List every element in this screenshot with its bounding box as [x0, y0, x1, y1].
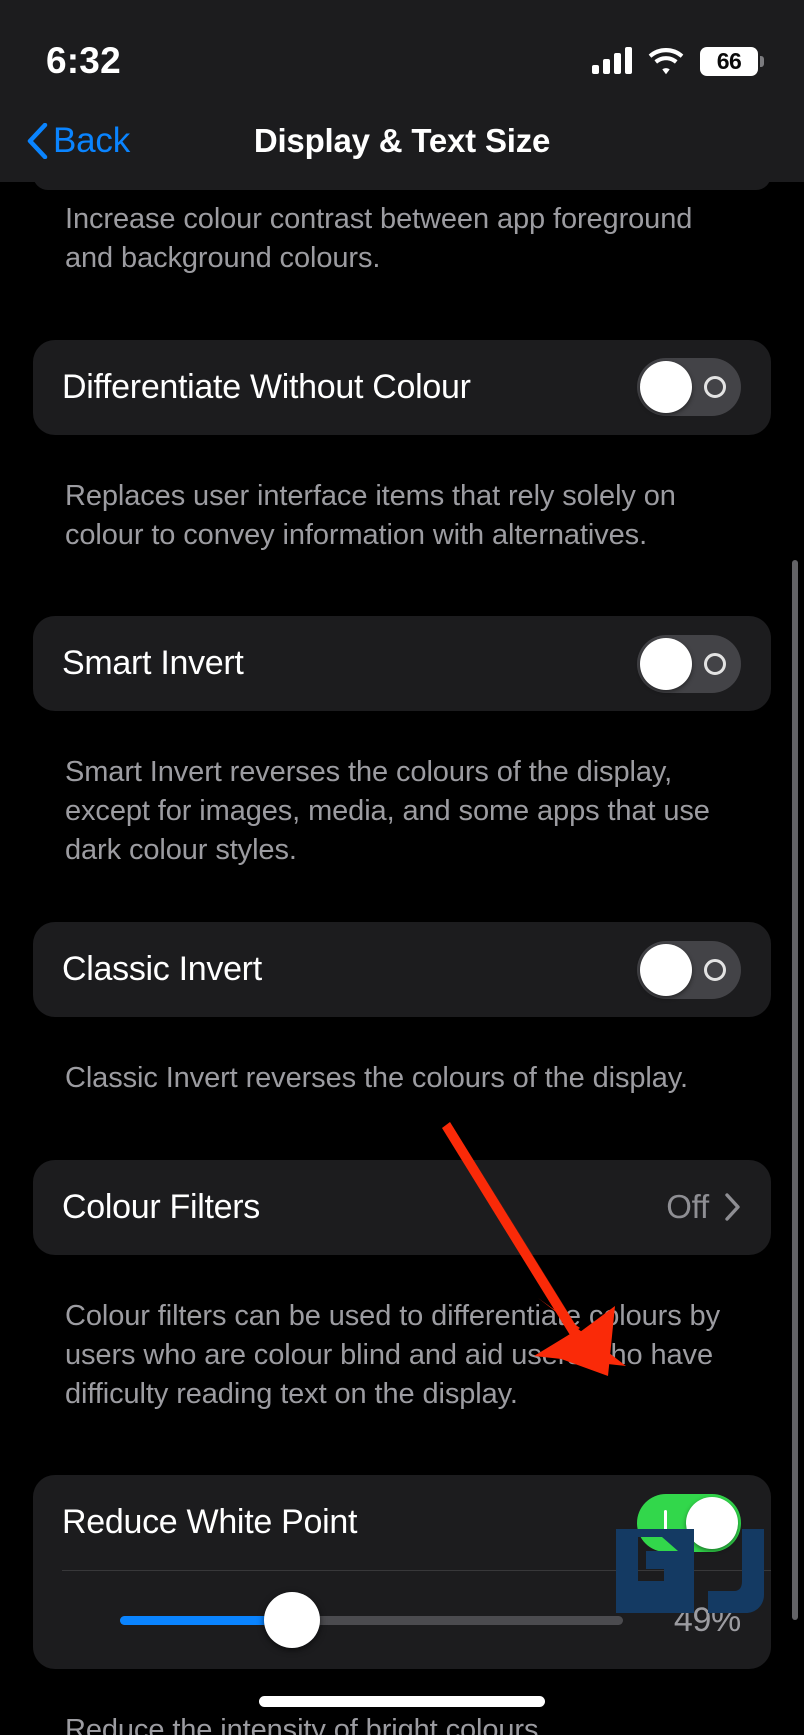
smart-invert-label: Smart Invert [62, 644, 244, 683]
row-reduce-white-point[interactable]: Reduce White Point [33, 1475, 771, 1570]
differentiate-without-colour-toggle[interactable] [637, 358, 741, 417]
colour-filters-accessory: Off [666, 1188, 741, 1226]
row-classic-invert[interactable]: Classic Invert [33, 922, 771, 1017]
reduce-white-point-slider[interactable] [62, 1591, 623, 1649]
classic-invert-toggle[interactable] [637, 940, 741, 999]
circle-o-glyph [692, 358, 738, 416]
status-bar: 6:32 66 [0, 0, 804, 100]
colour-filters-value: Off [666, 1188, 709, 1226]
classic-invert-card: Classic Invert [33, 922, 771, 1018]
increase-contrast-footnote: Increase colour contrast between app for… [65, 203, 693, 274]
toggle-knob [640, 361, 692, 414]
row-smart-invert[interactable]: Smart Invert [33, 616, 771, 711]
slider-thumb[interactable] [264, 1592, 320, 1649]
classic-invert-footnote: Classic Invert reverses the colours of t… [65, 1062, 688, 1095]
reduce-white-point-label: Reduce White Point [62, 1503, 358, 1542]
colour-filters-label: Colour Filters [62, 1187, 260, 1226]
smart-invert-toggle[interactable] [637, 634, 741, 693]
classic-invert-label: Classic Invert [62, 950, 262, 989]
wifi-icon [648, 47, 684, 75]
chevron-left-icon [26, 123, 48, 159]
circle-o-glyph [692, 941, 738, 999]
toggle-knob [640, 637, 692, 690]
differentiate-without-colour-footnote: Replaces user interface items that rely … [65, 479, 676, 551]
reduce-white-point-footnote: Reduce the intensity of bright colours. [65, 1714, 547, 1735]
differentiate-without-colour-card: Differentiate Without Colour [33, 339, 771, 435]
reduce-white-point-card: Reduce White Point 49% [33, 1475, 771, 1670]
navigation-bar: Back Display & Text Size [0, 100, 804, 182]
differentiate-without-colour-label: Differentiate Without Colour [62, 367, 471, 406]
colour-filters-footnote: Colour filters can be used to differenti… [65, 1299, 720, 1410]
bar-i-glyph [642, 1494, 688, 1552]
partial-card-above [33, 182, 771, 190]
back-button-label: Back [53, 121, 131, 160]
circle-o-glyph [692, 635, 738, 693]
battery-level-text: 66 [716, 47, 742, 74]
iphone-screen: 6:32 66 Back Display & Text Size Increas… [0, 0, 804, 1735]
home-indicator[interactable] [259, 1696, 545, 1707]
cellular-signal-icon [592, 47, 632, 74]
vertical-scrollbar[interactable] [792, 560, 798, 1620]
settings-scroll-view[interactable]: Increase colour contrast between app for… [0, 182, 804, 1735]
reduce-white-point-toggle[interactable] [637, 1493, 741, 1552]
battery-cap [760, 55, 764, 67]
row-reduce-white-point-slider: 49% [33, 1571, 771, 1669]
status-bar-indicators: 66 [592, 46, 764, 76]
smart-invert-card: Smart Invert [33, 616, 771, 712]
chevron-right-icon [725, 1193, 741, 1222]
colour-filters-card: Colour Filters Off [33, 1159, 771, 1255]
battery-icon: 66 [700, 46, 764, 76]
status-bar-time: 6:32 [46, 40, 121, 81]
toggle-knob [686, 1496, 738, 1549]
reduce-white-point-value: 49% [673, 1600, 741, 1639]
row-differentiate-without-colour[interactable]: Differentiate Without Colour [33, 340, 771, 435]
smart-invert-footnote: Smart Invert reverses the colours of the… [65, 756, 710, 867]
toggle-knob [640, 943, 692, 996]
back-button[interactable]: Back [26, 121, 130, 161]
row-colour-filters[interactable]: Colour Filters Off [33, 1160, 771, 1255]
